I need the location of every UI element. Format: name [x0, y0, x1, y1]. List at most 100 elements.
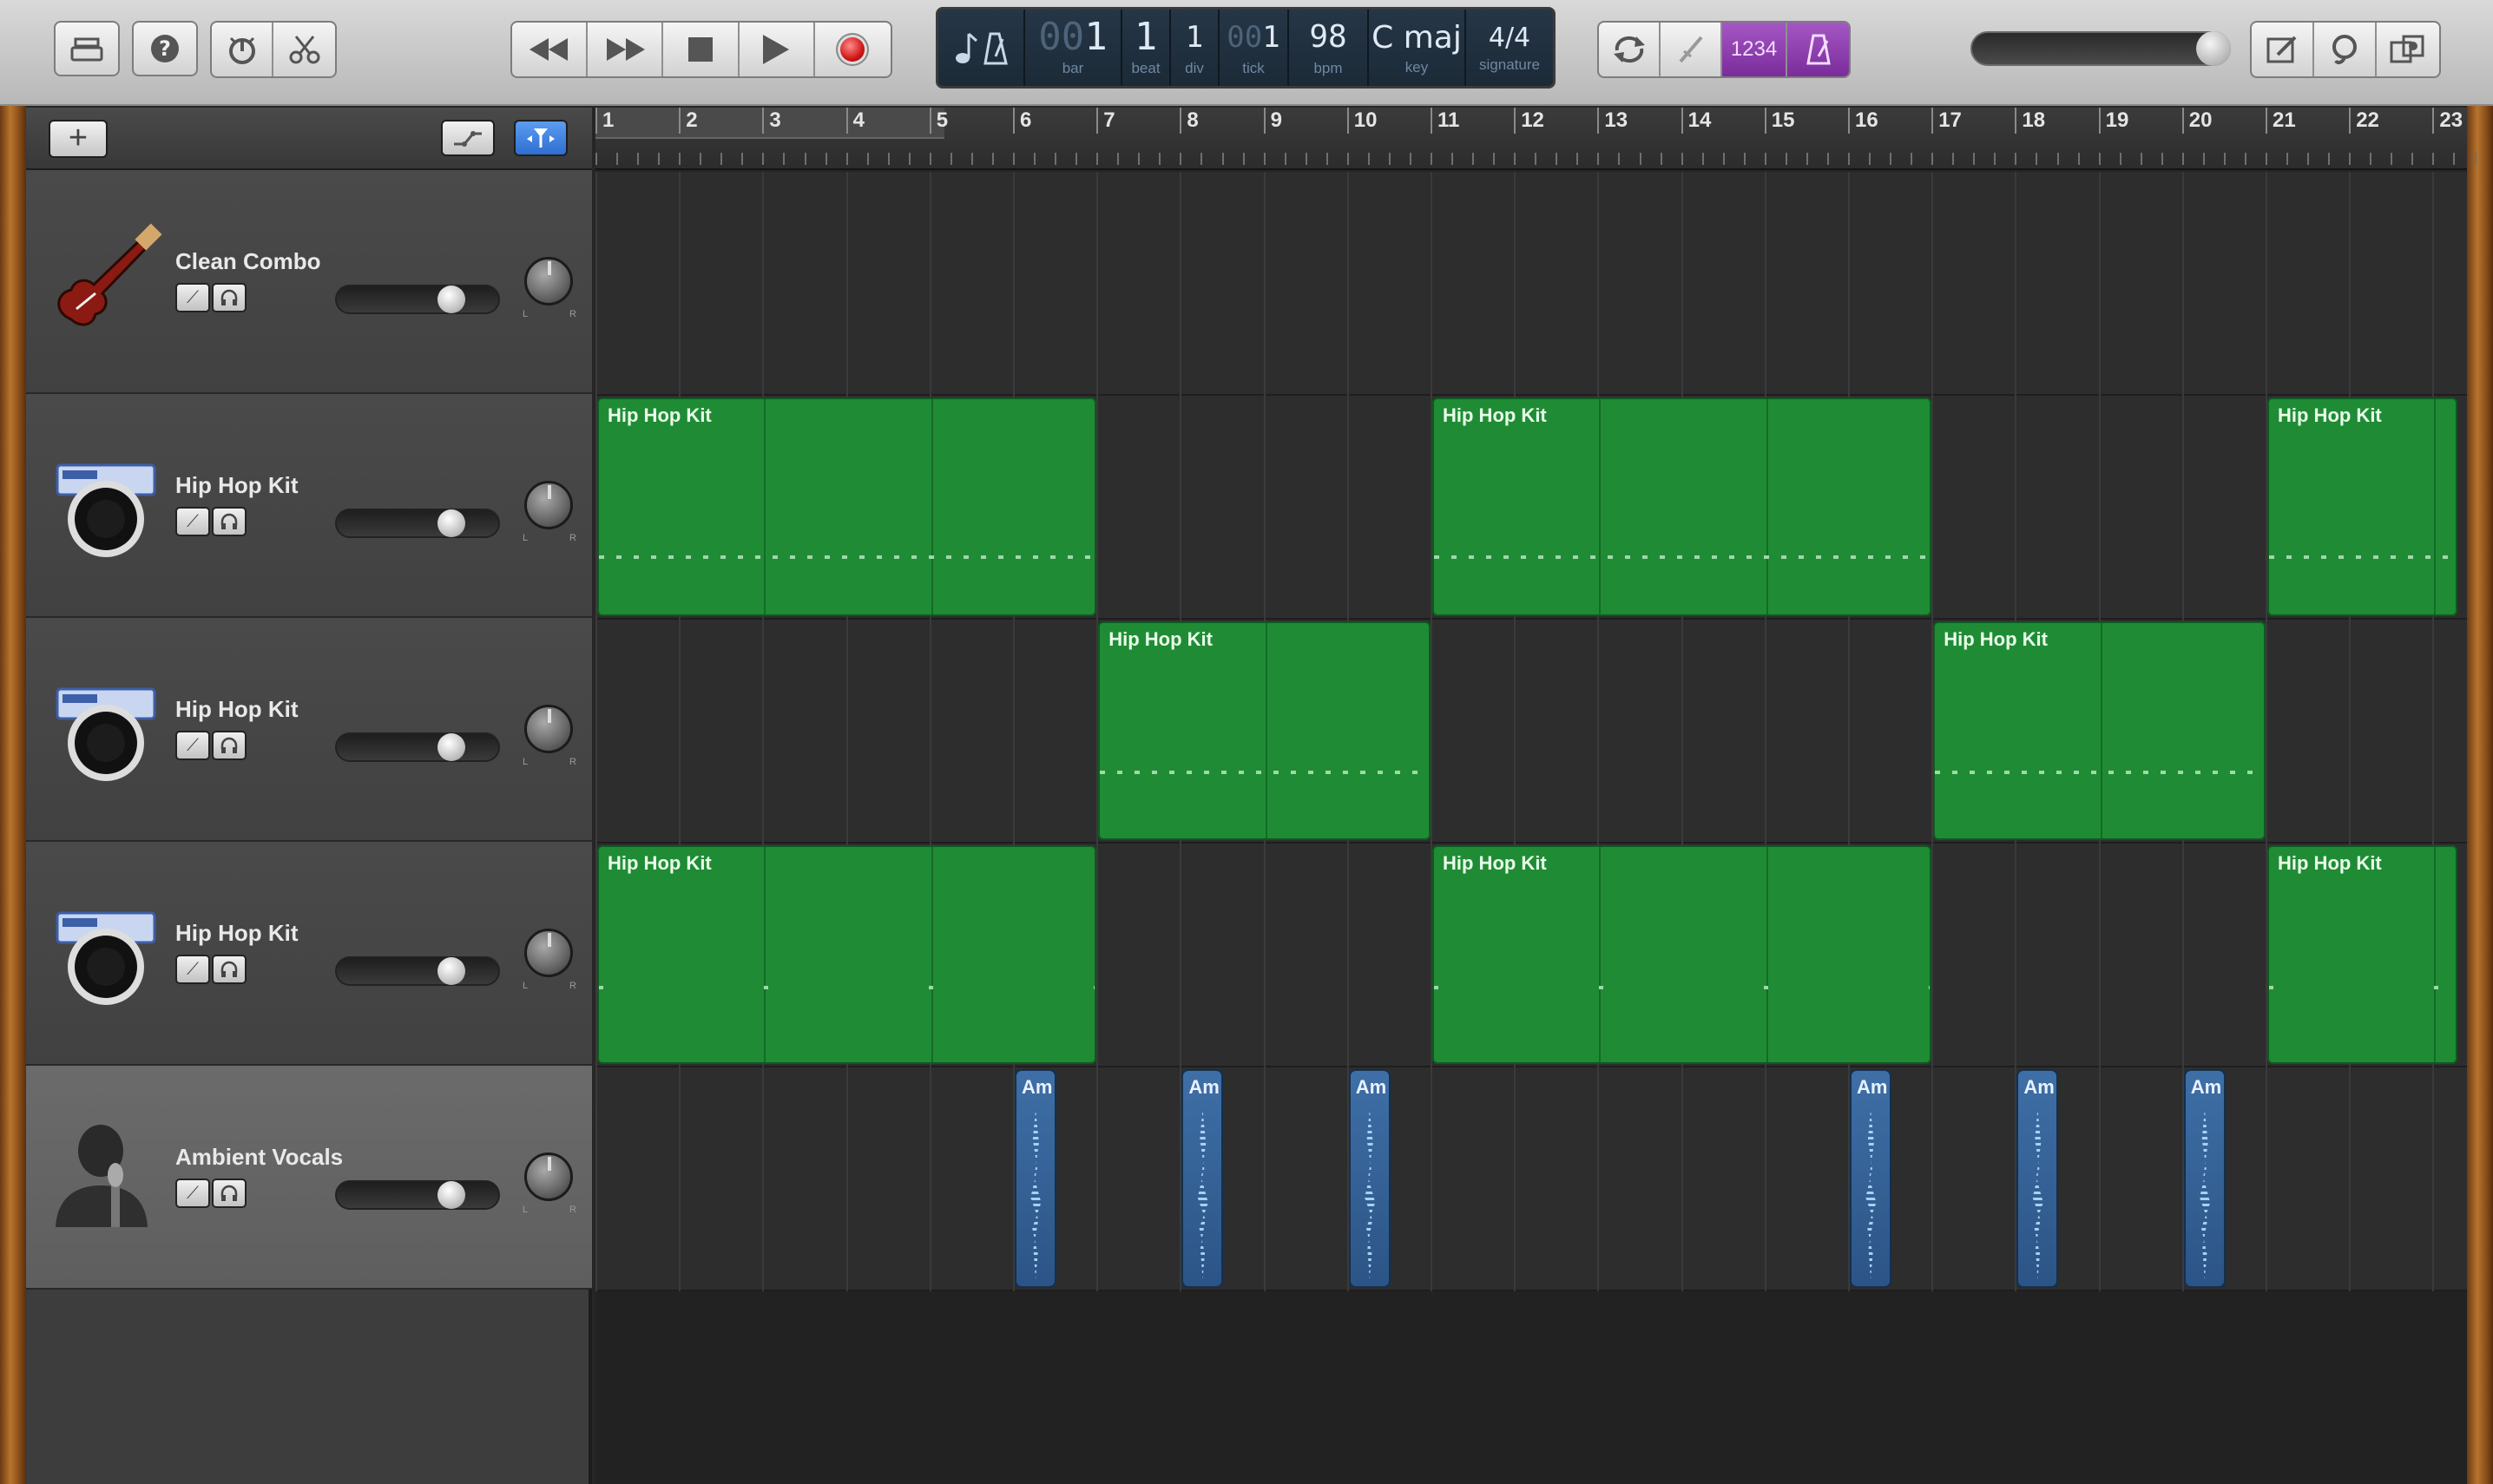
automation-button[interactable] [441, 120, 495, 156]
headphones-solo-button[interactable] [212, 955, 247, 984]
track-volume-knob[interactable] [437, 509, 465, 537]
ruler-bar-number[interactable]: 10 [1346, 108, 1378, 134]
track-volume-knob[interactable] [437, 733, 465, 761]
editors-button[interactable] [273, 23, 335, 76]
tracks-area[interactable]: Hip Hop Kit Hip Hop Kit Hip Hop Kit Hip Hop… [595, 172, 2467, 1484]
track-header[interactable]: Hip Hop Kit ⟋ LR [26, 618, 592, 842]
pan-knob[interactable] [524, 1152, 573, 1201]
add-track-button[interactable]: + [49, 120, 108, 158]
audio-region[interactable]: Am [1850, 1069, 1892, 1288]
ruler-bar-number[interactable]: 22 [2349, 108, 2379, 134]
drummer-region[interactable]: Hip Hop Kit [597, 397, 1097, 616]
loops-button[interactable] [2314, 23, 2377, 76]
track-name[interactable]: Hip Hop Kit [175, 920, 299, 947]
library-button[interactable] [54, 21, 120, 76]
ruler-bar-number[interactable]: 12 [1514, 108, 1544, 134]
mute-button[interactable]: ⟋ [175, 731, 210, 760]
audio-region[interactable]: Am [1015, 1069, 1057, 1288]
headphones-solo-button[interactable] [212, 731, 247, 760]
track-volume-slider[interactable] [335, 1180, 500, 1210]
drummer-region[interactable]: Hip Hop Kit [1098, 621, 1431, 840]
track-header-selected[interactable]: Ambient Vocals ⟋ LR [26, 1066, 592, 1290]
ruler-bar-number[interactable]: 16 [1848, 108, 1878, 134]
smart-controls-button[interactable] [212, 23, 274, 76]
stop-button[interactable] [663, 23, 740, 76]
audio-region[interactable]: Am [2016, 1069, 2059, 1288]
ruler-bar-number[interactable]: 20 [2181, 108, 2213, 134]
ruler-bar-number[interactable]: 8 [1180, 108, 1199, 134]
ruler-bar-number[interactable]: 6 [1013, 108, 1031, 134]
ruler-bar-number[interactable]: 13 [1597, 108, 1628, 134]
lcd-display[interactable]: 001 bar 1 beat 1 div 001 tick 98 bpm C m… [936, 7, 1556, 89]
track-header[interactable]: Hip Hop Kit ⟋ LR [26, 842, 592, 1066]
track-header[interactable]: Clean Combo ⟋ LR [26, 170, 592, 394]
pan-knob[interactable] [524, 705, 573, 753]
track-volume-slider[interactable] [335, 732, 500, 762]
master-volume-slider[interactable] [1970, 31, 2231, 66]
rewind-button[interactable] [512, 23, 589, 76]
ruler-bar-number[interactable]: 23 [2432, 108, 2463, 134]
master-volume-knob[interactable] [2196, 31, 2231, 66]
media-browser-button[interactable] [2377, 23, 2439, 76]
drummer-region[interactable]: Hip Hop Kit [1432, 845, 1932, 1064]
headphones-solo-button[interactable] [212, 507, 247, 536]
ruler-bar-number[interactable]: 3 [762, 108, 781, 134]
lcd-signature[interactable]: 4/4 signature [1466, 10, 1553, 86]
catch-playhead-button[interactable] [514, 120, 568, 156]
drummer-region[interactable]: Hip Hop Kit [597, 845, 1097, 1064]
ruler-bar-number[interactable]: 18 [2015, 108, 2045, 134]
ruler-bar-number[interactable]: 15 [1764, 108, 1795, 134]
count-in-button[interactable]: 1234 [1722, 23, 1787, 76]
mute-button[interactable]: ⟋ [175, 955, 210, 984]
ruler-bar-number[interactable]: 2 [679, 108, 698, 134]
headphones-solo-button[interactable] [212, 283, 247, 312]
play-button[interactable] [740, 23, 815, 76]
ruler-bar-number[interactable]: 14 [1681, 108, 1711, 134]
ruler-bar-number[interactable]: 17 [1931, 108, 1962, 134]
ruler-bar-number[interactable]: 21 [2266, 108, 2296, 134]
drummer-region[interactable]: Hip Hop Kit [2267, 845, 2458, 1064]
track-volume-knob[interactable] [437, 957, 465, 985]
timeline-ruler[interactable]: 1 2 3 4 5 6 7 8 9 10 11 12 13 14 15 16 17 18 19 20 21 22 23 [595, 108, 2477, 170]
track-header[interactable]: Hip Hop Kit ⟋ LR [26, 394, 592, 618]
pan-knob[interactable] [524, 929, 573, 977]
tuner-button[interactable] [1661, 23, 1723, 76]
mute-button[interactable]: ⟋ [175, 283, 210, 312]
notepad-button[interactable] [2252, 23, 2314, 76]
track-lane[interactable] [595, 172, 2467, 396]
ruler-bar-number[interactable]: 9 [1263, 108, 1282, 134]
track-volume-slider[interactable] [335, 285, 500, 314]
track-name[interactable]: Hip Hop Kit [175, 472, 299, 499]
ruler-bar-number[interactable]: 4 [845, 108, 865, 134]
fast-forward-button[interactable] [588, 23, 664, 76]
track-volume-knob[interactable] [437, 1181, 465, 1209]
audio-region[interactable]: Am [2183, 1069, 2226, 1288]
track-name[interactable]: Ambient Vocals [175, 1144, 343, 1171]
lcd-key[interactable]: C maj key [1369, 10, 1466, 86]
lcd-mode-selector[interactable] [938, 10, 1025, 86]
ruler-bar-number[interactable]: 19 [2098, 108, 2128, 134]
mute-button[interactable]: ⟋ [175, 1179, 210, 1208]
mute-button[interactable]: ⟋ [175, 507, 210, 536]
track-volume-slider[interactable] [335, 509, 500, 538]
help-button[interactable]: ? [132, 21, 198, 76]
drummer-region[interactable]: Hip Hop Kit [1432, 397, 1932, 616]
audio-region[interactable]: Am [1181, 1069, 1224, 1288]
track-name[interactable]: Clean Combo [175, 248, 321, 275]
record-button[interactable] [815, 23, 891, 76]
track-volume-knob[interactable] [437, 286, 465, 313]
lcd-tempo[interactable]: 98 bpm [1289, 10, 1369, 86]
ruler-bar-number[interactable]: 7 [1096, 108, 1115, 134]
drummer-region[interactable]: Hip Hop Kit [1933, 621, 2266, 840]
headphones-solo-button[interactable] [212, 1179, 247, 1208]
pan-knob[interactable] [524, 257, 573, 305]
track-volume-slider[interactable] [335, 956, 500, 986]
audio-region[interactable]: Am [1348, 1069, 1391, 1288]
pan-knob[interactable] [524, 481, 573, 529]
ruler-bar-number[interactable]: 1 [595, 108, 614, 134]
metronome-button[interactable] [1787, 23, 1849, 76]
ruler-bar-number[interactable]: 5 [929, 108, 948, 134]
ruler-bar-number[interactable]: 11 [1431, 108, 1459, 134]
cycle-button[interactable] [1599, 23, 1661, 76]
track-name[interactable]: Hip Hop Kit [175, 696, 299, 723]
